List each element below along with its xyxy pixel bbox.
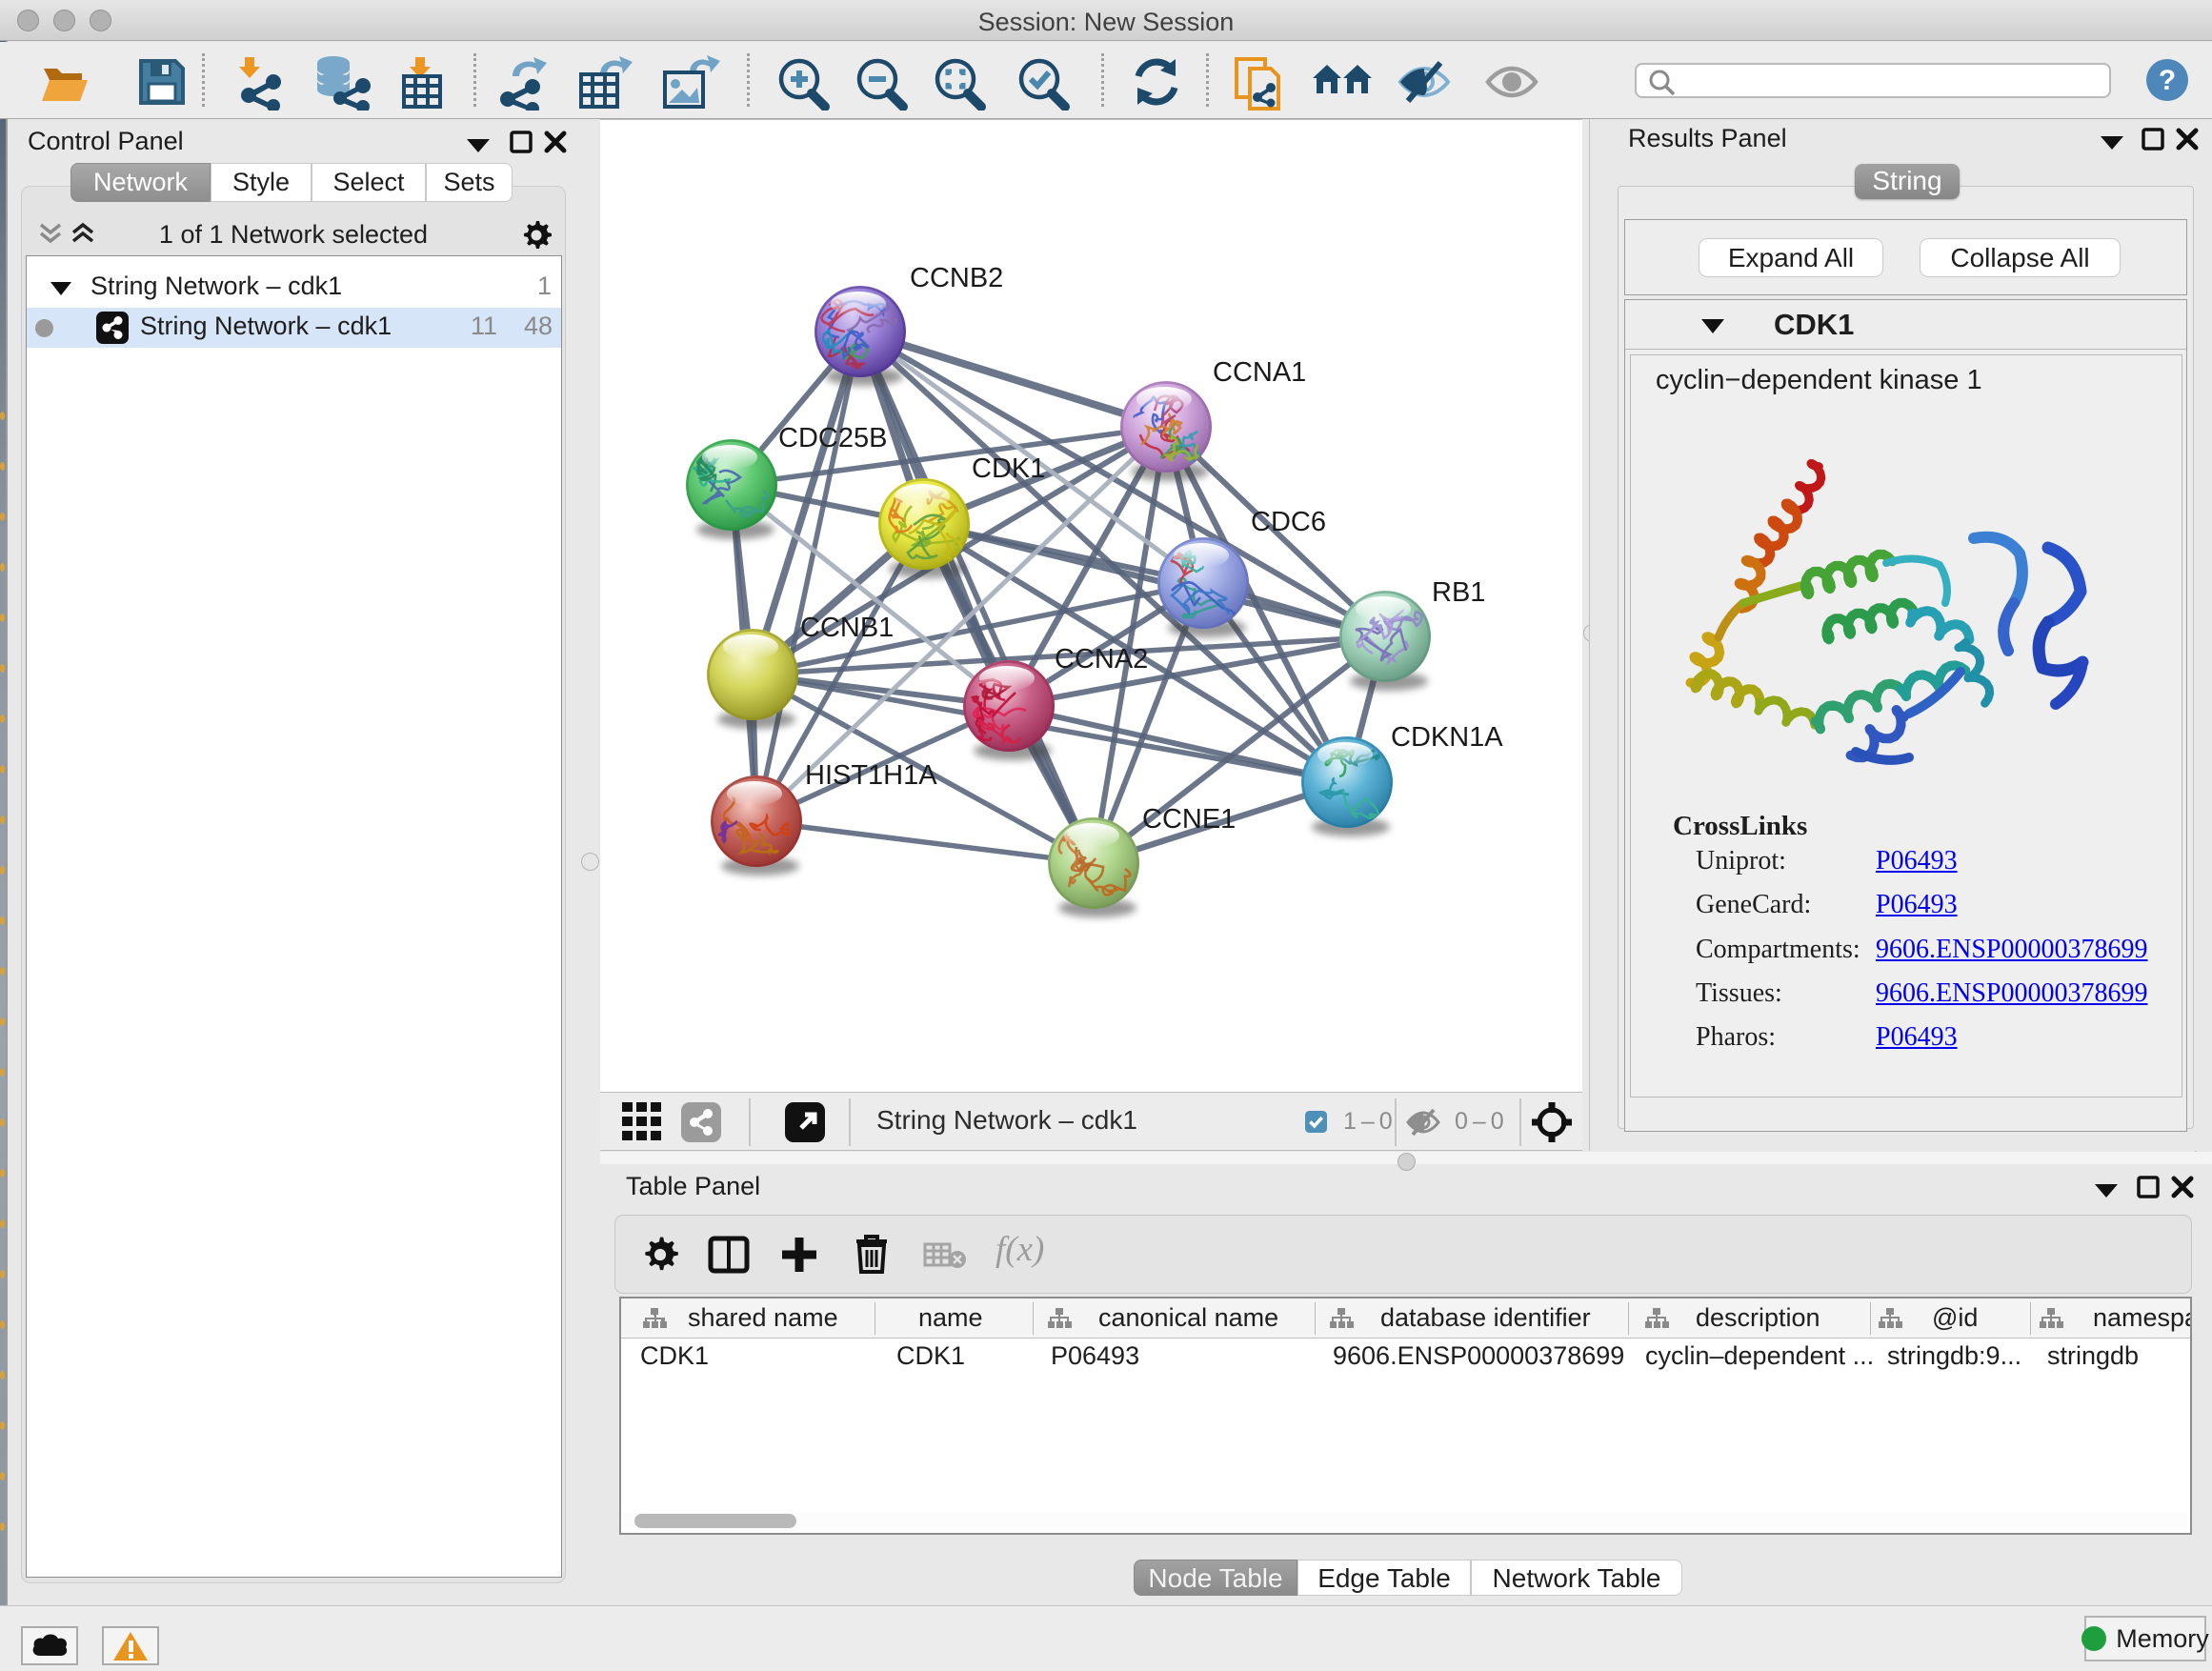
svg-text:CDK1: CDK1 [972,453,1045,484]
svg-text:CCNB1: CCNB1 [800,613,894,643]
svg-text:CCNE1: CCNE1 [1142,804,1236,835]
svg-text:CDC25B: CDC25B [778,423,887,453]
svg-text:CDC6: CDC6 [1251,507,1326,537]
svg-text:CDKN1A: CDKN1A [1391,722,1503,753]
svg-text:HIST1H1A: HIST1H1A [805,760,937,791]
svg-text:RB1: RB1 [1432,577,1485,608]
svg-text:?: ? [2159,65,2176,96]
svg-text:CCNA2: CCNA2 [1055,644,1148,674]
svg-text:CCNA1: CCNA1 [1213,357,1306,388]
svg-text:CCNB2: CCNB2 [910,263,1003,293]
